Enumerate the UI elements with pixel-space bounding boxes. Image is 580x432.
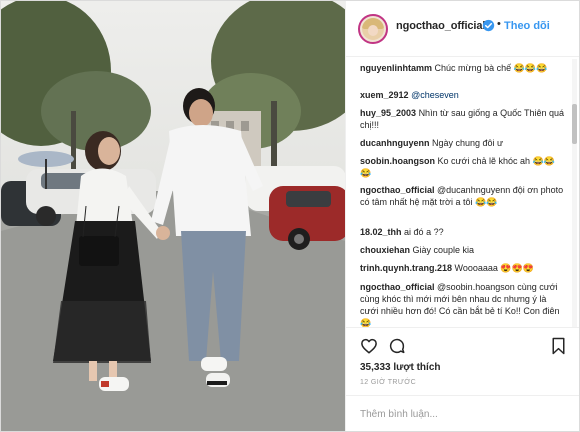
instagram-post-modal: ngocthao_official • Theo dõi nguyenlinht… (0, 0, 580, 432)
comment-text: Ngày chung đôi ư (432, 138, 504, 148)
comment-emoji: 😂😂😂 (513, 63, 548, 73)
comment-username[interactable]: xuem_2912 (360, 90, 409, 100)
comments-scrollbar[interactable] (572, 59, 577, 327)
comment-item: trinh.quynh.trang.218 Woooaaaa 😍😍😍 (360, 262, 566, 274)
post-actions: 35,333 lượt thích 12 GIỜ TRƯỚC (346, 327, 579, 398)
comment-item: chouxiehan Giày couple kia (360, 244, 566, 256)
comment-item: nguyenlinhtamm Chúc mừng bà chế 😂😂😂 (360, 62, 566, 74)
comment-username[interactable]: nguyenlinhtamm (360, 63, 432, 73)
comment-item: ngocthao_official @ducanhnguyenn đội ơn … (360, 184, 566, 208)
comment-item: 18.02_thh ai đó a ?? (360, 226, 566, 238)
comment-username[interactable]: ducanhnguyenn (360, 138, 430, 148)
comment-icon[interactable] (388, 337, 406, 355)
comment-text: Ko cưới chả lẽ khóc ah (437, 156, 530, 166)
comment-item: soobin.hoangson Ko cưới chả lẽ khóc ah 😂… (360, 155, 566, 179)
comment-emoji: 😂😂 (474, 197, 498, 207)
comment-username[interactable]: ngocthao_official (360, 185, 435, 195)
comment-item: ngocthao_official @soobin.hoangson cùng … (360, 281, 566, 328)
verified-badge-icon (482, 19, 495, 32)
post-photo[interactable] (1, 1, 345, 431)
post-header: ngocthao_official • Theo dõi (346, 1, 579, 57)
comment-text: ai đó a ?? (404, 227, 444, 237)
comments-list[interactable]: nguyenlinhtamm Chúc mừng bà chế 😂😂😂 xuem… (346, 56, 568, 328)
post-side-panel: ngocthao_official • Theo dõi nguyenlinht… (345, 1, 579, 431)
comment-mention-link[interactable]: @cheseven (411, 90, 459, 100)
comment-item: huy_95_2003 Nhìn từ sau giống a Quốc Thi… (360, 107, 566, 131)
couple-walking-photo (1, 1, 345, 431)
comment-item: xuem_2912 @cheseven (360, 89, 566, 101)
scrollbar-thumb[interactable] (572, 104, 577, 144)
comment-username[interactable]: huy_95_2003 (360, 108, 416, 118)
comment-username[interactable]: trinh.quynh.trang.218 (360, 263, 452, 273)
comment-text: Giày couple kia (412, 245, 475, 255)
comment-item: ducanhnguyenn Ngày chung đôi ư (360, 137, 566, 149)
comment-username[interactable]: ngocthao_official (360, 282, 435, 292)
comment-username[interactable]: soobin.hoangson (360, 156, 435, 166)
bookmark-icon[interactable] (551, 337, 566, 355)
author-username[interactable]: ngocthao_official (396, 20, 485, 32)
comment-text: Woooaaaa (454, 263, 498, 273)
follow-button[interactable]: Theo dõi (504, 20, 550, 32)
heart-icon[interactable] (360, 337, 378, 355)
add-comment-bar (346, 395, 579, 431)
comment-emoji: 😍😍😍 (500, 263, 535, 273)
comment-input[interactable] (360, 406, 560, 422)
comment-username[interactable]: chouxiehan (360, 245, 410, 255)
post-timestamp[interactable]: 12 GIỜ TRƯỚC (360, 379, 416, 386)
like-count[interactable]: 35,333 lượt thích (360, 362, 441, 373)
header-separator: • (497, 18, 501, 30)
comment-username[interactable]: 18.02_thh (360, 227, 402, 237)
author-avatar[interactable] (358, 14, 388, 44)
comment-text: Chúc mừng bà chế (434, 63, 512, 73)
